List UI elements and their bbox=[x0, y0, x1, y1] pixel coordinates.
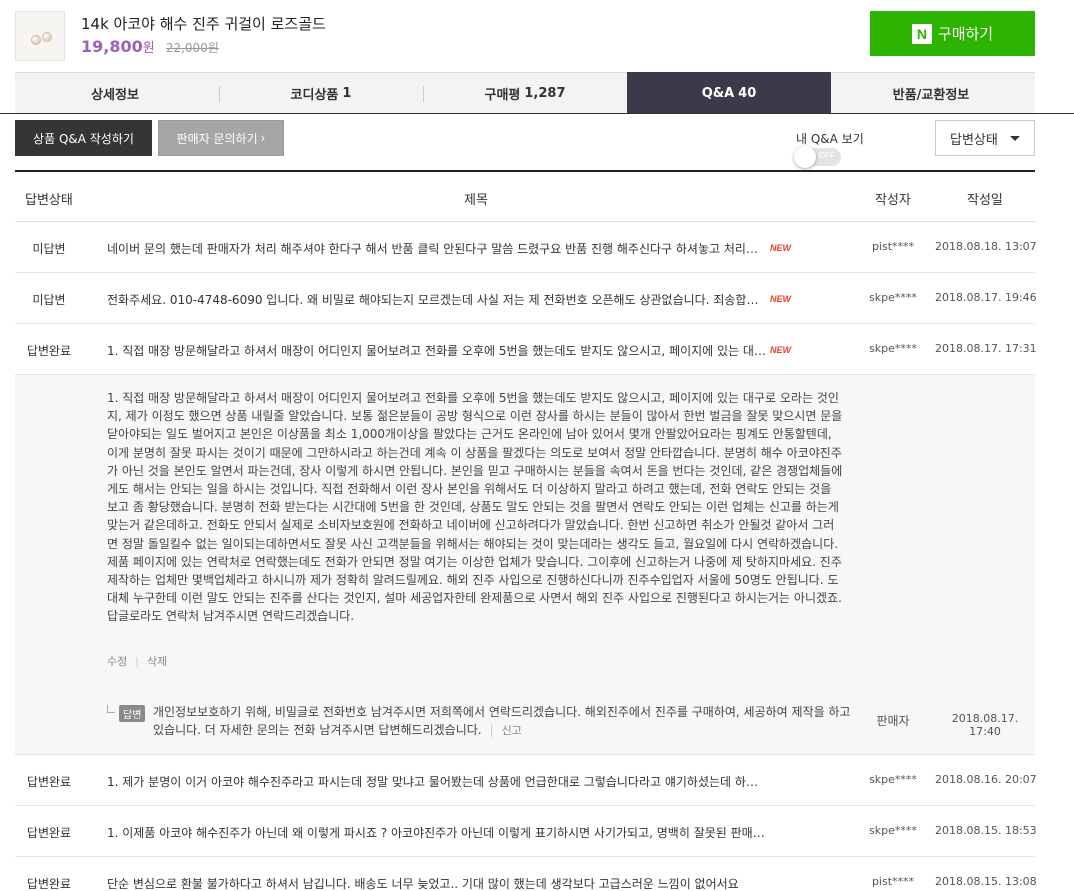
row-author: skpe**** bbox=[869, 824, 917, 837]
new-badge: NEW bbox=[770, 345, 791, 355]
table-row[interactable]: 답변완료 1. 직접 매장 방문해달라고 하셔서 매장이 어디인지 물어보려고 … bbox=[15, 324, 1037, 375]
row-date: 2018.08.15. 18:53 bbox=[935, 824, 1037, 837]
tab-label: 코디상품 bbox=[290, 88, 339, 103]
reply-author: 판매자 bbox=[876, 714, 910, 728]
row-date: 2018.08.16. 20:07 bbox=[935, 773, 1037, 786]
toggle-state: OFF bbox=[819, 151, 835, 160]
new-badge: NEW bbox=[770, 243, 791, 253]
report-link[interactable]: 신고 bbox=[502, 724, 522, 737]
tab-label: 상세정보 bbox=[91, 88, 139, 103]
row-date: 2018.08.17. 19:46 bbox=[935, 291, 1037, 304]
edit-link[interactable]: 수정 bbox=[107, 655, 127, 668]
write-qa-button[interactable]: 상품 Q&A 작성하기 bbox=[15, 120, 152, 156]
delete-link[interactable]: 삭제 bbox=[147, 655, 167, 668]
tab-count: 1,287 bbox=[524, 86, 566, 101]
reply-badge: 답변 bbox=[119, 705, 146, 722]
toggle-knob[interactable] bbox=[794, 146, 816, 168]
row-title[interactable]: 단순 변심으로 환불 불가하다고 하셔서 남깁니다. 배송도 너무 늦었고.. … bbox=[107, 875, 767, 891]
buy-button[interactable]: N 구매하기 bbox=[870, 11, 1035, 56]
table-row[interactable]: 미답변 네이버 문의 했는데 판매자가 처리 해주셔야 한다구 해서 반품 클릭… bbox=[15, 222, 1037, 273]
tab-qa[interactable]: Q&A 40 bbox=[627, 72, 831, 114]
header-author: 작성자 bbox=[875, 193, 911, 208]
my-qa-label: 내 Q&A 보기 bbox=[796, 132, 864, 146]
tab-reviews[interactable]: 구매평 1,287 bbox=[423, 72, 627, 114]
original-price: 22,000원 bbox=[165, 41, 219, 55]
row-title[interactable]: 네이버 문의 했는데 판매자가 처리 해주셔야 한다구 해서 반품 클릭 안된다… bbox=[107, 240, 767, 257]
naver-n-icon: N bbox=[911, 23, 932, 44]
tab-coordi[interactable]: 코디상품 1 bbox=[219, 72, 423, 114]
row-status: 답변완료 bbox=[26, 826, 72, 840]
expanded-question: 1. 직접 매장 방문해달라고 하셔서 매장이 어디인지 물어보려고 전화를 오… bbox=[15, 375, 1035, 755]
table-row[interactable]: 미답변 전화주세요. 010-4748-6090 입니다. 왜 비밀로 해야되는… bbox=[15, 273, 1037, 324]
tab-count: 1 bbox=[342, 86, 352, 101]
price-unit: 원 bbox=[142, 41, 155, 56]
my-qa-toggle[interactable]: OFF bbox=[794, 146, 841, 168]
header-status: 답변상태 bbox=[25, 193, 73, 208]
row-date: 2018.08.15. 13:08 bbox=[935, 875, 1037, 888]
row-author: skpe**** bbox=[869, 291, 917, 304]
table-row[interactable]: 답변완료 단순 변심으로 환불 불가하다고 하셔서 남깁니다. 배송도 너무 늦… bbox=[15, 857, 1037, 891]
answer-status-select[interactable]: 답변상태 bbox=[935, 120, 1035, 156]
new-badge: NEW bbox=[770, 294, 791, 304]
row-status: 답변완료 bbox=[26, 775, 72, 789]
row-status: 답변완료 bbox=[26, 877, 72, 891]
row-title[interactable]: 전화주세요. 010-4748-6090 입니다. 왜 비밀로 해야되는지 모르… bbox=[107, 291, 767, 308]
question-body: 1. 직접 매장 방문해달라고 하셔서 매장이 어디인지 물어보려고 전화를 오… bbox=[107, 391, 843, 624]
price-row: 19,800원 22,000원 bbox=[81, 37, 219, 56]
row-author: pist**** bbox=[871, 875, 915, 888]
row-title[interactable]: 1. 제가 분명이 이거 아코야 해수진주라고 파시는데 정말 맞냐고 물어봤는… bbox=[107, 773, 767, 790]
chevron-right-icon: › bbox=[260, 131, 266, 145]
answer-status-value: 답변상태 bbox=[950, 132, 998, 148]
divider: | bbox=[489, 723, 494, 737]
tab-detail[interactable]: 상세정보 bbox=[15, 72, 219, 114]
sale-price: 19,800 bbox=[81, 37, 143, 56]
tabs-divider bbox=[0, 113, 1074, 114]
header-date: 작성일 bbox=[967, 193, 1003, 208]
row-title[interactable]: 1. 이제품 아코야 해수진주가 아닌데 왜 이렇게 파시죠 ? 아코야진주가 … bbox=[107, 824, 767, 841]
row-status: 미답변 bbox=[32, 242, 66, 256]
tab-label: Q&A bbox=[701, 86, 735, 101]
row-date: 2018.08.18. 13:07 bbox=[935, 240, 1037, 253]
divider: | bbox=[135, 655, 139, 668]
row-author: pist**** bbox=[871, 240, 915, 253]
table-row[interactable]: 답변완료 1. 이제품 아코야 해수진주가 아닌데 왜 이렇게 파시죠 ? 아코… bbox=[15, 806, 1037, 857]
question-actions: 수정 | 삭제 bbox=[107, 653, 167, 669]
row-title[interactable]: 1. 직접 매장 방문해달라고 하셔서 매장이 어디인지 물어보려고 전화를 오… bbox=[107, 342, 767, 359]
reply-arrow-icon bbox=[107, 705, 115, 713]
row-author: skpe**** bbox=[869, 342, 917, 355]
product-title: 14k 아코야 해수 진주 귀걸이 로즈골드 bbox=[81, 15, 326, 33]
caret-down-icon bbox=[1010, 136, 1020, 141]
product-thumbnail[interactable] bbox=[15, 11, 65, 61]
seller-inquiry-label: 판매자 문의하기 bbox=[176, 131, 258, 146]
detail-tabs: 상세정보 코디상품 1 구매평 1,287 Q&A 40 반품/교환정보 bbox=[15, 72, 1035, 114]
pearl-icon bbox=[32, 36, 40, 44]
reply-date: 2018.08.17. 17:40 bbox=[951, 712, 1019, 738]
tab-label: 구매평 bbox=[484, 88, 521, 103]
row-date: 2018.08.17. 17:31 bbox=[935, 342, 1037, 355]
pearl-icon bbox=[43, 33, 51, 41]
tab-return-exchange[interactable]: 반품/교환정보 bbox=[831, 72, 1035, 114]
seller-inquiry-button[interactable]: 판매자 문의하기 › bbox=[158, 120, 284, 156]
reply-text-wrap: 개인정보보호하기 위해, 비밀글로 전화번호 남겨주시면 저희쪽에서 연락드리겠… bbox=[153, 703, 853, 740]
row-status: 답변완료 bbox=[26, 344, 72, 358]
header-title: 제목 bbox=[464, 193, 488, 208]
buy-button-label: 구매하기 bbox=[937, 25, 994, 43]
tab-count: 40 bbox=[738, 86, 757, 101]
row-status: 미답변 bbox=[32, 293, 66, 307]
product-header: 14k 아코야 해수 진주 귀걸이 로즈골드 19,800원 22,000원 N… bbox=[15, 11, 1035, 61]
table-row[interactable]: 답변완료 1. 제가 분명이 이거 아코야 해수진주라고 파시는데 정말 맞냐고… bbox=[15, 755, 1037, 806]
row-author: skpe**** bbox=[869, 773, 917, 786]
qa-table: 답변상태 제목 작성자 작성일 미답변 네이버 문의 했는데 판매자가 처리 해… bbox=[15, 170, 1037, 891]
tab-label: 반품/교환정보 bbox=[892, 88, 970, 103]
table-header: 답변상태 제목 작성자 작성일 bbox=[15, 170, 1035, 222]
